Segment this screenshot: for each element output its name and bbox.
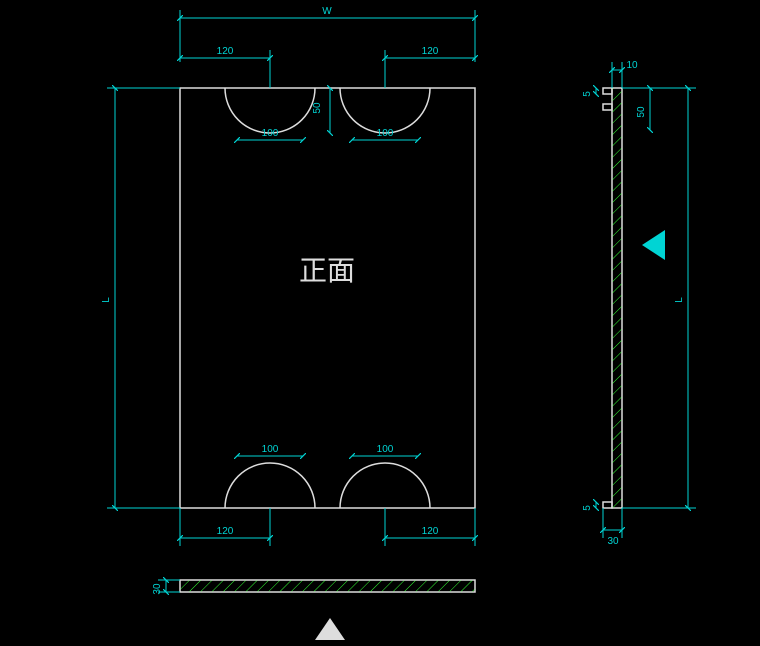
dim-5a: 5 bbox=[582, 91, 593, 97]
dim-L2: L bbox=[674, 297, 685, 303]
section-arrow-left-icon bbox=[642, 230, 665, 260]
dim-100-br: 100 bbox=[377, 444, 394, 455]
dim-50: 50 bbox=[312, 102, 323, 114]
dim-W: W bbox=[322, 6, 332, 17]
front-label: 正面 bbox=[299, 256, 355, 287]
dim-120-tl: 120 bbox=[217, 46, 234, 57]
dim-50r: 50 bbox=[636, 106, 647, 118]
bottom-view bbox=[180, 580, 475, 640]
side-view bbox=[603, 88, 665, 508]
dim-100-tr: 100 bbox=[377, 128, 394, 139]
bottom-dims: 30 bbox=[152, 580, 180, 595]
dim-120-bl: 120 bbox=[217, 526, 234, 537]
section-arrow-up-icon bbox=[315, 618, 345, 640]
side-dims: 10 5 50 L 5 30 bbox=[582, 60, 696, 547]
dim-5b: 5 bbox=[582, 505, 593, 511]
dim-L: L bbox=[101, 297, 112, 303]
dim-120-br: 120 bbox=[422, 526, 439, 537]
dim-30a: 30 bbox=[152, 583, 163, 595]
dim-100-bl: 100 bbox=[262, 444, 279, 455]
dim-30b: 30 bbox=[607, 536, 619, 547]
dim-10: 10 bbox=[626, 60, 638, 71]
dim-120-tr: 120 bbox=[422, 46, 439, 57]
front-view: 正面 bbox=[180, 88, 475, 508]
dim-100-tl: 100 bbox=[262, 128, 279, 139]
front-dims: W 120 120 100 100 50 120 120 100 100 L bbox=[101, 6, 475, 546]
drawing-canvas: 正面 W 120 120 100 100 50 120 120 100 100 … bbox=[0, 0, 760, 646]
